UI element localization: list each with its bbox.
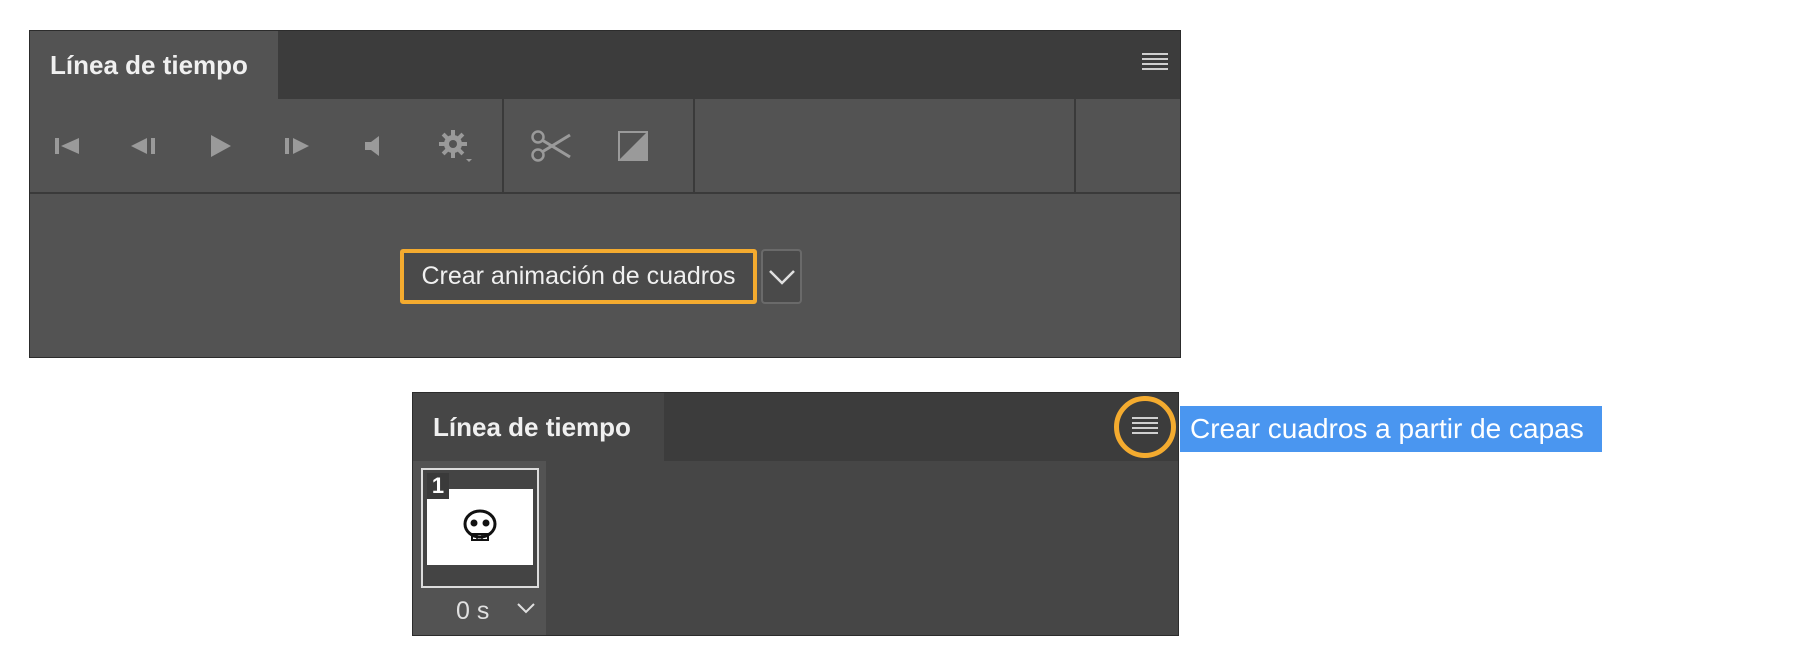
transition-icon[interactable] (610, 123, 656, 169)
panel-menu-highlight[interactable] (1114, 396, 1176, 458)
audio-icon[interactable] (350, 123, 396, 169)
first-frame-icon[interactable] (44, 123, 90, 169)
next-frame-icon[interactable] (274, 123, 320, 169)
toolbar-separator (1074, 99, 1076, 192)
panel-menu-icon[interactable] (1132, 417, 1158, 439)
chevron-down-icon (768, 269, 795, 285)
play-icon[interactable] (197, 123, 243, 169)
panel-menu-icon[interactable] (1142, 53, 1168, 75)
tab-timeline[interactable]: Línea de tiempo (413, 393, 664, 461)
frame-cell[interactable]: 1 0 s (413, 461, 546, 635)
frame-delay[interactable]: 0 s (456, 597, 489, 626)
frame-number: 1 (427, 473, 449, 501)
tab-timeline[interactable]: Línea de tiempo (30, 31, 278, 99)
toolbar-separator (502, 99, 504, 192)
gear-icon[interactable] (432, 123, 478, 169)
toolbar-separator (693, 99, 695, 192)
previous-frame-icon[interactable] (120, 123, 166, 169)
frame-delay-dropdown[interactable] (516, 601, 536, 619)
menu-callout-label: Crear cuadros a partir de capas (1180, 406, 1602, 452)
timeline-toolbar (30, 99, 1180, 194)
scissors-icon[interactable] (528, 123, 574, 169)
timeline-panel-bottom: Línea de tiempo 1 0 s (412, 392, 1179, 636)
create-frame-animation-button[interactable]: Crear animación de cuadros (400, 249, 757, 304)
create-animation-dropdown[interactable] (761, 249, 802, 304)
tab-bar: Línea de tiempo (413, 393, 1178, 461)
chevron-down-icon (517, 603, 535, 614)
tab-bar: Línea de tiempo (30, 31, 1180, 99)
timeline-panel-top: Línea de tiempo Crear animación de cuadr… (29, 30, 1181, 358)
frame-thumbnail[interactable]: 1 (421, 468, 539, 588)
